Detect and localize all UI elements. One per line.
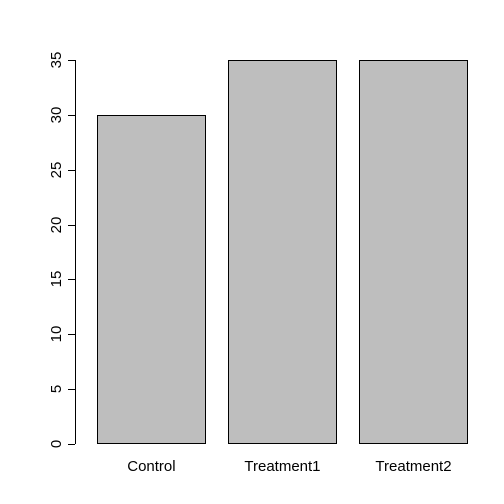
y-tick-label: 5 [48, 374, 64, 404]
y-tick-mark [68, 170, 75, 171]
bar-chart: Control Treatment1 Treatment2 0 5 10 15 20 25 30 3… [0, 0, 504, 504]
bar [359, 60, 468, 444]
bar [97, 115, 206, 444]
y-tick-label: 25 [48, 155, 64, 185]
bar [228, 60, 337, 444]
x-tick-label: Treatment1 [222, 458, 342, 475]
y-tick-mark [68, 225, 75, 226]
y-tick-label: 20 [48, 210, 64, 240]
y-tick-mark [68, 444, 75, 445]
y-tick-mark [68, 389, 75, 390]
y-tick-mark [68, 279, 75, 280]
y-tick-label: 35 [48, 45, 64, 75]
y-tick-label: 30 [48, 100, 64, 130]
y-tick-mark [68, 334, 75, 335]
y-tick-label: 0 [48, 429, 64, 459]
y-tick-label: 15 [48, 264, 64, 294]
y-tick-mark [68, 115, 75, 116]
y-tick-label: 10 [48, 319, 64, 349]
y-tick-mark [68, 60, 75, 61]
x-tick-label: Control [91, 458, 211, 475]
x-tick-label: Treatment2 [353, 458, 473, 475]
